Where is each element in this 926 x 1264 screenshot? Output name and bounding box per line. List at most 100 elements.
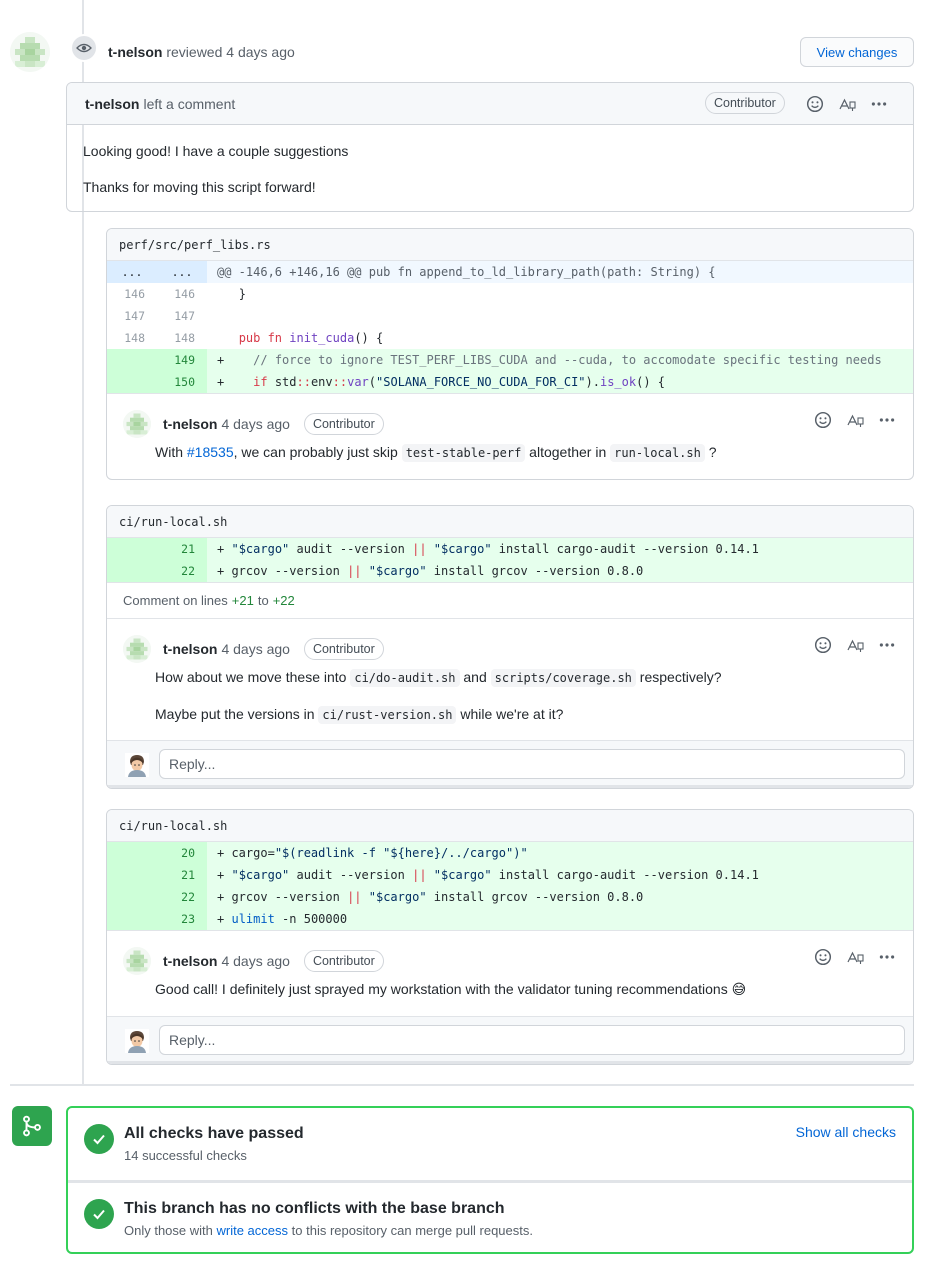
issue-link[interactable]: #18535: [187, 444, 234, 460]
old-line-number[interactable]: [107, 538, 157, 560]
smiley-icon[interactable]: [811, 408, 835, 432]
inline-code: ci/rust-version.sh: [318, 706, 457, 724]
new-line-number[interactable]: 148: [157, 327, 207, 349]
kebab-horizontal-icon[interactable]: [867, 92, 891, 116]
avatar[interactable]: [123, 635, 151, 663]
old-line-number[interactable]: [107, 886, 157, 908]
old-line-number[interactable]: [107, 842, 157, 864]
reviewer-avatar[interactable]: [10, 32, 50, 72]
conflicts-title: This branch has no conflicts with the ba…: [124, 1200, 505, 1217]
expand-down[interactable]: ...: [157, 261, 207, 283]
hunk-header: @@ -146,6 +146,16 @@ pub fn append_to_ld…: [207, 261, 913, 283]
file-path[interactable]: ci/run-local.sh: [107, 810, 913, 842]
code-comment: // force to ignore TEST_PERF_LIBS_CUDA a…: [253, 353, 882, 367]
expand-up[interactable]: ...: [107, 261, 157, 283]
kebab-horizontal-icon[interactable]: [875, 945, 899, 969]
comment-time[interactable]: 4 days ago: [221, 953, 290, 969]
smiley-icon[interactable]: [803, 92, 827, 116]
diff-line-added: 21 + "$cargo" audit --version || "$cargo…: [107, 864, 913, 886]
review-action: reviewed: [166, 44, 223, 60]
current-user-avatar: [125, 753, 149, 777]
review-comment: t-nelson 4 days ago Contributor With #18…: [107, 393, 913, 479]
code-function: init_cuda: [289, 331, 355, 345]
eye-icon: [70, 34, 98, 62]
merge-status-box: All checks have passed 14 successful che…: [66, 1106, 914, 1254]
comment-author[interactable]: t-nelson: [85, 96, 139, 112]
file-path[interactable]: ci/run-local.sh: [107, 506, 913, 538]
old-line-number[interactable]: 148: [107, 327, 157, 349]
reply-input[interactable]: Reply...: [159, 749, 905, 779]
diff-line: 146 146 }: [107, 283, 913, 305]
conflicts-section: This branch has no conflicts with the ba…: [68, 1180, 912, 1252]
new-line-number[interactable]: 147: [157, 305, 207, 327]
diff-line: 147 147: [107, 305, 913, 327]
comment-time[interactable]: 4 days ago: [221, 641, 290, 657]
review-summary-comment: t-nelson left a comment Contributor Look…: [66, 82, 914, 212]
comment-text: Good call! I definitely just sprayed my …: [155, 981, 747, 997]
comment-meta: t-nelson 4 days ago Contributor: [163, 947, 897, 975]
new-line-number[interactable]: 21: [157, 538, 207, 560]
show-all-checks-link[interactable]: Show all checks: [796, 1124, 896, 1140]
code-text: }: [238, 287, 246, 301]
comment-body: Looking good! I have a couple suggestion…: [67, 125, 913, 211]
code-line: [207, 305, 913, 327]
new-line-number[interactable]: 150: [157, 371, 207, 393]
comment-on-lines: Comment on lines +21 to +22: [107, 582, 913, 618]
old-line-number[interactable]: [107, 560, 157, 582]
old-line-number[interactable]: [107, 371, 157, 393]
git-merge-icon: [12, 1106, 52, 1146]
contributor-badge: Contributor: [705, 92, 785, 114]
diff-line-added: 22 + grcov --version || "$cargo" install…: [107, 886, 913, 908]
old-line-number[interactable]: 146: [107, 283, 157, 305]
kebab-horizontal-icon[interactable]: [875, 408, 899, 432]
comment-text: How about we move these into ci/do-audit…: [155, 669, 722, 724]
current-user-avatar: [125, 1029, 149, 1053]
old-line-number[interactable]: [107, 864, 157, 886]
code-line: pub fn init_cuda() {: [238, 331, 384, 345]
smiley-icon[interactable]: [811, 945, 835, 969]
smiley-icon[interactable]: [811, 633, 835, 657]
new-line-number[interactable]: 22: [157, 560, 207, 582]
translate-icon[interactable]: [843, 945, 867, 969]
new-line-number[interactable]: 23: [157, 908, 207, 930]
comment-meta: t-nelson 4 days ago Contributor: [163, 635, 897, 663]
contributor-badge: Contributor: [303, 638, 384, 660]
translate-icon[interactable]: [835, 92, 859, 116]
diff-line-added: 150 + if std::env::var("SOLANA_FORCE_NO_…: [107, 371, 913, 393]
new-line-number[interactable]: 149: [157, 349, 207, 371]
file-path[interactable]: perf/src/perf_libs.rs: [107, 229, 913, 261]
code-line: + "$cargo" audit --version || "$cargo" i…: [207, 864, 913, 886]
comment-action: left a comment: [143, 95, 236, 112]
comment-time[interactable]: 4 days ago: [221, 416, 290, 432]
old-line-number[interactable]: [107, 908, 157, 930]
new-line-number[interactable]: 21: [157, 864, 207, 886]
review-thread: ci/run-local.sh 21 + "$cargo" audit --ve…: [106, 505, 914, 789]
translate-icon[interactable]: [843, 408, 867, 432]
new-line-number[interactable]: 146: [157, 283, 207, 305]
kebab-horizontal-icon[interactable]: [875, 633, 899, 657]
view-changes-button[interactable]: View changes: [800, 37, 914, 67]
old-line-number[interactable]: [107, 349, 157, 371]
comment-author[interactable]: t-nelson: [163, 416, 217, 432]
code-line: + cargo="$(readlink -f "${here}/../cargo…: [207, 842, 913, 864]
avatar[interactable]: [123, 947, 151, 975]
code-line: + grcov --version || "$cargo" install gr…: [207, 560, 913, 582]
contributor-badge: Contributor: [303, 950, 384, 972]
check-icon: [84, 1124, 114, 1154]
comment-author[interactable]: t-nelson: [163, 953, 217, 969]
inline-code: ci/do-audit.sh: [350, 669, 460, 687]
new-line-number[interactable]: 20: [157, 842, 207, 864]
comment-actions: [811, 408, 899, 432]
write-access-link[interactable]: write access: [217, 1223, 289, 1238]
diff-table: 20 + cargo="$(readlink -f "${here}/../ca…: [107, 842, 913, 930]
review-author[interactable]: t-nelson: [108, 44, 162, 60]
old-line-number[interactable]: 147: [107, 305, 157, 327]
reply-input[interactable]: Reply...: [159, 1025, 905, 1055]
review-time[interactable]: 4 days ago: [226, 44, 295, 60]
comment-paragraph: Looking good! I have a couple suggestion…: [83, 143, 349, 159]
comment-author[interactable]: t-nelson: [163, 641, 217, 657]
avatar[interactable]: [123, 410, 151, 438]
new-line-number[interactable]: 22: [157, 886, 207, 908]
translate-icon[interactable]: [843, 633, 867, 657]
review-thread: ci/run-local.sh 20 + cargo="$(readlink -…: [106, 809, 914, 1065]
